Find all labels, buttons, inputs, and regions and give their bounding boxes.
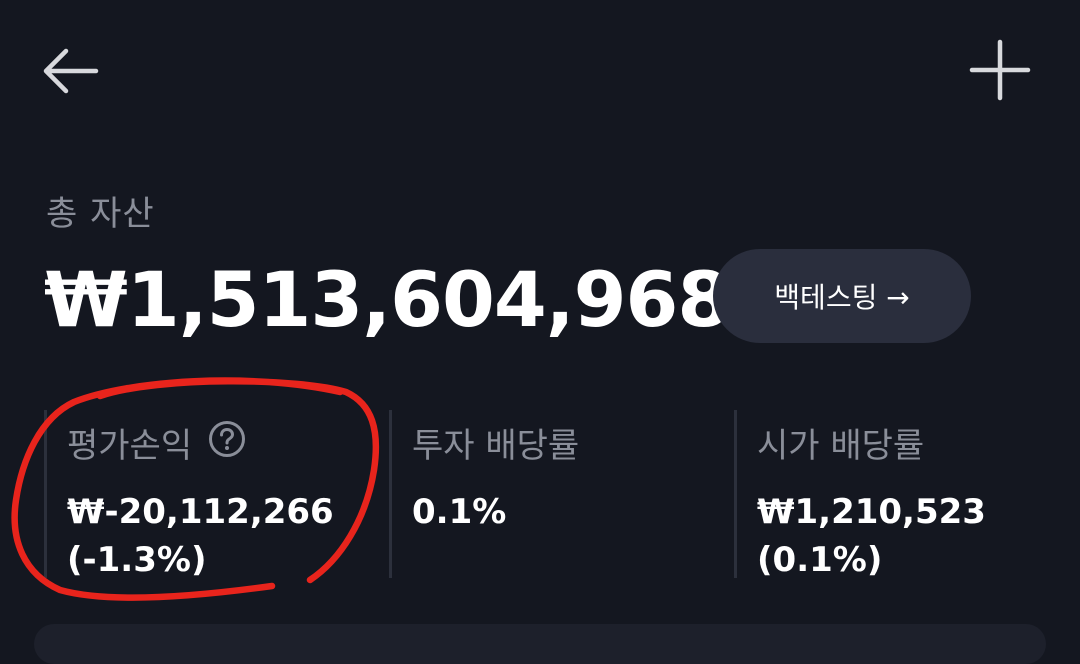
- stat-unrealized-pnl-value: ₩-20,112,266 (-1.3%): [67, 488, 334, 584]
- stat-market-dividend-amount: ₩1,210,523: [757, 492, 986, 532]
- stat-unrealized-pnl-percent: (-1.3%): [67, 540, 207, 580]
- stat-market-dividend-label: 시가 배당률: [757, 426, 925, 466]
- stat-market-dividend-yield: 시가 배당률 ₩1,210,523 (0.1%): [734, 410, 1080, 580]
- stat-investment-dividend-value: 0.1%: [412, 488, 506, 536]
- bottom-card-edge: [34, 624, 1046, 664]
- stat-investment-dividend-percent: 0.1%: [412, 492, 507, 532]
- backtesting-button[interactable]: 백테스팅 →: [713, 249, 971, 343]
- total-assets-label: 총 자산: [46, 194, 155, 234]
- stat-unrealized-pnl-label-row: 평가손익: [67, 418, 246, 467]
- total-assets-value: ₩1,513,604,968: [44, 255, 730, 344]
- stat-investment-dividend-label: 투자 배당률: [412, 426, 580, 466]
- question-circle-icon[interactable]: [208, 420, 246, 458]
- stat-market-dividend-value: ₩1,210,523 (0.1%): [757, 488, 986, 584]
- stat-market-dividend-percent: (0.1%): [757, 540, 883, 580]
- stat-unrealized-pnl: 평가손익 ₩-20,112,266 (-1.3%): [44, 410, 392, 580]
- stat-unrealized-pnl-amount: ₩-20,112,266: [67, 492, 334, 532]
- stat-unrealized-pnl-label: 평가손익: [67, 426, 193, 466]
- stat-investment-dividend-yield: 투자 배당률 0.1%: [389, 410, 737, 578]
- plus-icon[interactable]: [964, 34, 1036, 106]
- back-arrow-icon[interactable]: [38, 38, 104, 104]
